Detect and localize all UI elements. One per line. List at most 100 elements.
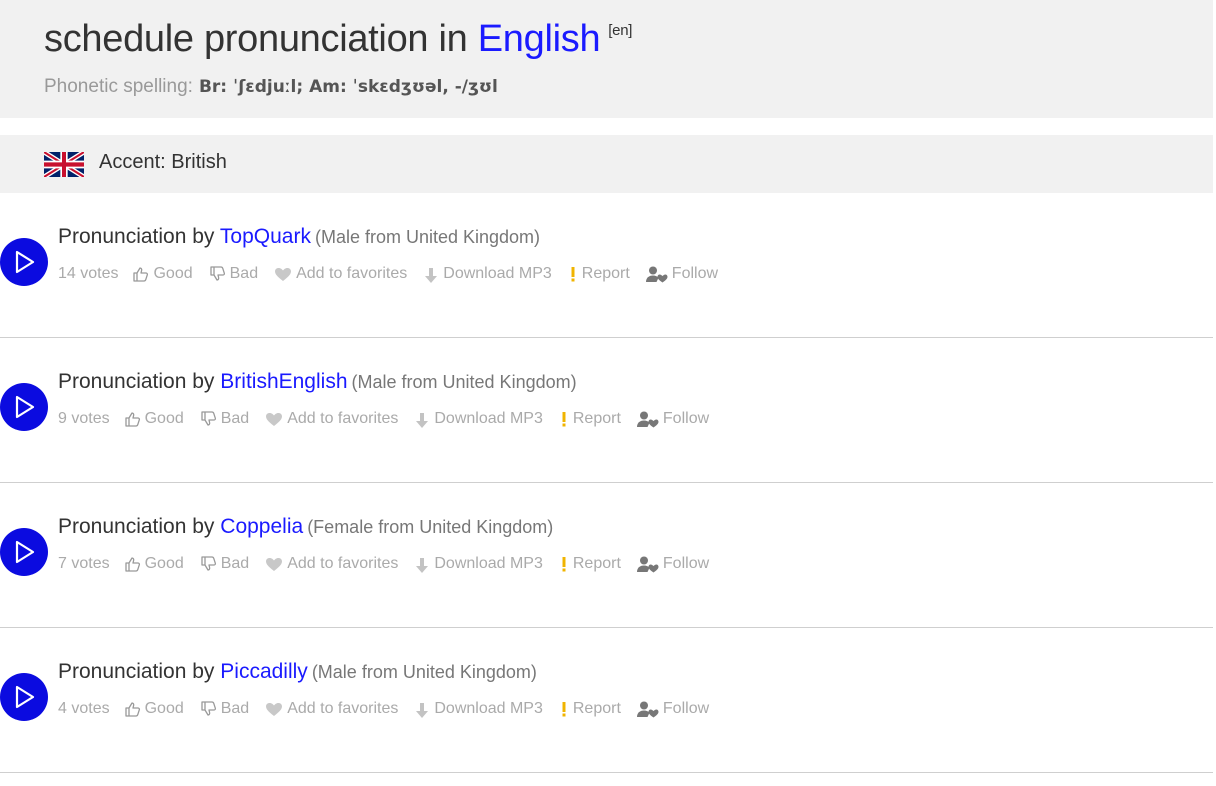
vote-count: 9 votes xyxy=(58,410,110,427)
follow-label: Follow xyxy=(662,700,710,717)
play-icon xyxy=(15,540,35,564)
thumb-down-icon xyxy=(200,556,221,572)
language-link[interactable]: English xyxy=(478,18,601,60)
download-mp3-label: Download MP3 xyxy=(434,410,543,427)
bad-button[interactable]: Bad xyxy=(209,265,258,283)
add-to-favorites-button[interactable]: Add to favorites xyxy=(274,265,407,283)
download-mp3-button[interactable]: Download MP3 xyxy=(414,698,543,720)
title-prefix: schedule pronunciation in xyxy=(44,18,468,60)
follow-button[interactable]: Follow xyxy=(636,410,710,428)
bad-label: Bad xyxy=(220,555,250,572)
report-button[interactable]: Report xyxy=(559,700,621,718)
entry-actions: 7 votes Good Bad Add to favorites Download M… xyxy=(58,553,725,575)
vote-count: 7 votes xyxy=(58,555,110,572)
language-code: [en] xyxy=(608,22,633,39)
report-icon xyxy=(559,411,573,427)
download-mp3-label: Download MP3 xyxy=(434,555,543,572)
download-mp3-button[interactable]: Download MP3 xyxy=(423,263,552,285)
report-button[interactable]: Report xyxy=(568,265,630,283)
user-origin: (Male from United Kingdom) xyxy=(311,662,537,682)
heart-icon xyxy=(265,412,287,427)
good-label: Good xyxy=(144,555,184,572)
entry-actions: 9 votes Good Bad Add to favorites Download M… xyxy=(58,408,725,430)
thumb-down-icon xyxy=(200,411,221,427)
pronunciation-by-label: Pronunciation by xyxy=(58,515,215,538)
pronunciation-author: Pronunciation by TopQuark (Male from Unit… xyxy=(58,225,540,249)
follow-button[interactable]: Follow xyxy=(645,265,718,283)
bad-label: Bad xyxy=(229,265,259,282)
follow-button[interactable]: Follow xyxy=(636,700,710,718)
add-to-favorites-button[interactable]: Add to favorites xyxy=(265,555,398,573)
user-link[interactable]: Coppelia xyxy=(220,515,303,538)
accent-bar: Accent: British xyxy=(0,135,1213,193)
bad-button[interactable]: Bad xyxy=(200,700,249,718)
play-button[interactable] xyxy=(0,528,48,576)
good-button[interactable]: Good xyxy=(124,700,184,718)
user-origin: (Male from United Kingdom) xyxy=(314,227,541,247)
thumb-up-icon xyxy=(124,556,145,572)
good-label: Good xyxy=(144,410,184,427)
report-label: Report xyxy=(572,700,621,717)
good-label: Good xyxy=(153,265,193,282)
user-origin: (Female from United Kingdom) xyxy=(307,517,554,537)
entry-divider xyxy=(0,482,1213,483)
add-to-favorites-button[interactable]: Add to favorites xyxy=(265,410,398,428)
uk-flag-icon xyxy=(44,152,84,177)
report-button[interactable]: Report xyxy=(559,555,621,573)
play-icon xyxy=(15,395,35,419)
follow-label: Follow xyxy=(662,555,710,572)
add-to-favorites-button[interactable]: Add to favorites xyxy=(265,700,398,718)
pronunciation-entry: Pronunciation by TopQuark (Male from Unit… xyxy=(0,215,1216,360)
phonetic-spelling: Phonetic spelling: Br: ˈʃɛdjuːl; Am: ˈskɛ… xyxy=(44,76,498,98)
report-icon xyxy=(568,266,582,282)
download-mp3-button[interactable]: Download MP3 xyxy=(414,553,543,575)
accent-label: Accent: British xyxy=(99,151,227,173)
download-icon xyxy=(414,553,434,575)
play-button[interactable] xyxy=(0,383,48,431)
thumb-up-icon xyxy=(124,701,145,717)
user-link[interactable]: BritishEnglish xyxy=(220,370,347,393)
good-label: Good xyxy=(144,700,184,717)
pronunciation-entry: Pronunciation by Piccadilly (Male from Un… xyxy=(0,650,1216,786)
report-button[interactable]: Report xyxy=(559,410,621,428)
follow-icon xyxy=(636,556,663,573)
bad-button[interactable]: Bad xyxy=(200,410,249,428)
bad-button[interactable]: Bad xyxy=(200,555,249,573)
download-mp3-button[interactable]: Download MP3 xyxy=(414,408,543,430)
user-origin: (Male from United Kingdom) xyxy=(351,372,577,392)
follow-icon xyxy=(636,411,663,428)
entry-divider xyxy=(0,627,1213,628)
follow-button[interactable]: Follow xyxy=(636,555,710,573)
entry-divider xyxy=(0,337,1213,338)
download-mp3-label: Download MP3 xyxy=(443,265,552,282)
add-to-favorites-label: Add to favorites xyxy=(287,410,399,427)
user-link[interactable]: Piccadilly xyxy=(220,660,308,683)
add-to-favorites-label: Add to favorites xyxy=(287,700,399,717)
entry-divider xyxy=(0,772,1213,773)
thumb-up-icon xyxy=(132,266,153,282)
good-button[interactable]: Good xyxy=(124,555,184,573)
thumb-down-icon xyxy=(209,266,230,282)
phonetic-label: Phonetic spelling: xyxy=(44,76,193,97)
pronunciation-author: Pronunciation by Piccadilly (Male from Un… xyxy=(58,660,537,684)
pronunciation-entry: Pronunciation by BritishEnglish (Male fro… xyxy=(0,360,1216,505)
follow-icon xyxy=(645,266,672,283)
phonetic-value: Br: ˈʃɛdjuːl; Am: ˈskɛdʒʊəl, -/ʒʊl xyxy=(198,77,498,97)
play-icon xyxy=(15,685,35,709)
download-icon xyxy=(414,408,434,430)
add-to-favorites-label: Add to favorites xyxy=(296,265,408,282)
report-label: Report xyxy=(572,410,621,427)
play-button[interactable] xyxy=(0,238,48,286)
follow-label: Follow xyxy=(662,410,710,427)
report-label: Report xyxy=(581,265,630,282)
good-button[interactable]: Good xyxy=(124,410,184,428)
play-button[interactable] xyxy=(0,673,48,721)
download-icon xyxy=(414,698,434,720)
user-link[interactable]: TopQuark xyxy=(220,225,311,248)
page-title: schedule pronunciation in English [en] xyxy=(44,18,632,61)
pronunciation-by-label: Pronunciation by xyxy=(58,660,215,683)
heart-icon xyxy=(274,267,296,282)
download-icon xyxy=(423,263,443,285)
vote-count: 4 votes xyxy=(58,700,110,717)
good-button[interactable]: Good xyxy=(132,265,193,283)
